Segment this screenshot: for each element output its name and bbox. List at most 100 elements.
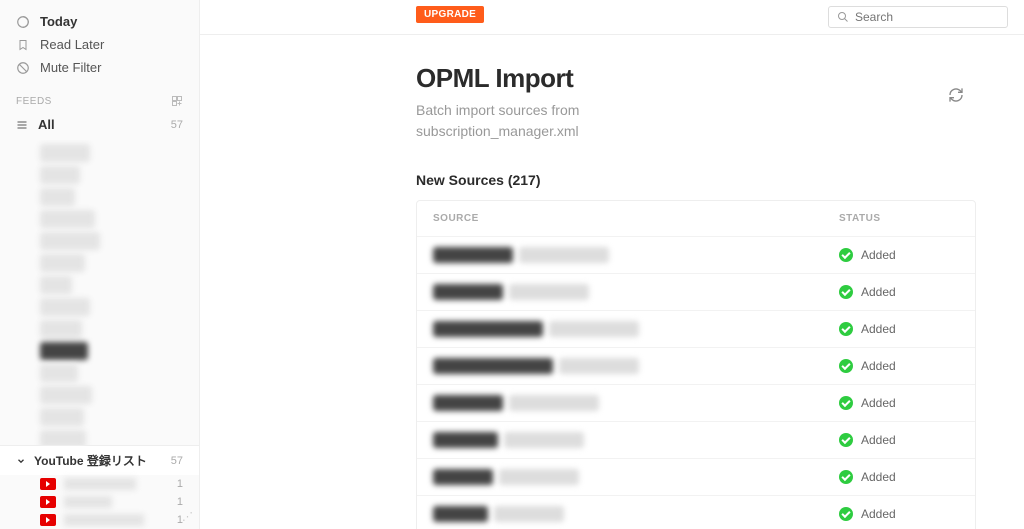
- source-cell: [433, 321, 839, 337]
- hamburger-icon: [16, 119, 28, 131]
- source-name: [433, 247, 513, 263]
- feed-item[interactable]: [40, 254, 85, 272]
- resize-handle-icon[interactable]: ⋰: [182, 510, 193, 523]
- page-title: OPML Import: [416, 63, 976, 94]
- source-cell: [433, 506, 839, 522]
- col-status-header: STATUS: [839, 213, 959, 224]
- unread-count: 1: [177, 478, 183, 490]
- source-cell: [433, 247, 839, 263]
- youtube-icon: [40, 514, 56, 526]
- feed-item[interactable]: [40, 298, 90, 316]
- check-icon: [839, 285, 853, 299]
- sidebar-item-label: Read Later: [40, 37, 104, 52]
- feed-item[interactable]: [40, 386, 92, 404]
- add-feed-icon[interactable]: [171, 95, 183, 107]
- status-cell: Added: [839, 507, 959, 521]
- feeds-label: FEEDS: [16, 96, 52, 107]
- feed-item[interactable]: [40, 166, 80, 184]
- table-row: Added: [417, 236, 975, 273]
- mute-icon: [16, 61, 30, 75]
- table-row: Added: [417, 273, 975, 310]
- feed-name: [64, 514, 144, 526]
- source-name: [433, 395, 503, 411]
- source-name: [433, 432, 498, 448]
- sidebar-item-label: Mute Filter: [40, 60, 101, 75]
- chevron-down-icon: [16, 456, 26, 466]
- source-cell: [433, 469, 839, 485]
- status-text: Added: [861, 470, 896, 484]
- feed-item[interactable]: [40, 364, 78, 382]
- unread-count: 1: [177, 496, 183, 508]
- bookmark-icon: [16, 38, 30, 52]
- check-icon: [839, 396, 853, 410]
- sidebar-item-mute-filter[interactable]: Mute Filter: [0, 56, 199, 79]
- youtube-icon: [40, 478, 56, 490]
- youtube-icon: [40, 496, 56, 508]
- check-icon: [839, 507, 853, 521]
- list-item[interactable]: 1: [40, 475, 199, 493]
- list-item[interactable]: 1: [40, 511, 199, 529]
- sidebar-item-read-later[interactable]: Read Later: [0, 33, 199, 56]
- source-meta: [509, 284, 589, 300]
- status-cell: Added: [839, 285, 959, 299]
- source-meta: [519, 247, 609, 263]
- table-row: Added: [417, 421, 975, 458]
- refresh-button[interactable]: [948, 87, 964, 103]
- feed-item[interactable]: [40, 320, 82, 338]
- source-name: [433, 469, 493, 485]
- topbar: UPGRADE: [200, 0, 1024, 35]
- status-cell: Added: [839, 396, 959, 410]
- table-row: Added: [417, 458, 975, 495]
- feed-item[interactable]: [40, 210, 95, 228]
- source-meta: [504, 432, 584, 448]
- sidebar-item-label: Today: [40, 14, 77, 29]
- feed-name: [64, 478, 136, 490]
- all-count: 57: [171, 119, 183, 131]
- source-name: [433, 506, 488, 522]
- feed-list: [0, 140, 199, 445]
- folder-youtube[interactable]: YouTube 登録リスト 57: [0, 445, 199, 475]
- feed-item[interactable]: [40, 276, 72, 294]
- feed-item[interactable]: [40, 430, 86, 445]
- table-header: SOURCE STATUS: [417, 201, 975, 236]
- feed-item[interactable]: [40, 232, 100, 250]
- status-text: Added: [861, 248, 896, 262]
- sources-table: SOURCE STATUS Added Added Added Added Added A…: [416, 200, 976, 529]
- search-input-wrap[interactable]: [828, 6, 1008, 28]
- folder-label: YouTube 登録リスト: [34, 452, 147, 469]
- status-text: Added: [861, 433, 896, 447]
- table-row: Added: [417, 384, 975, 421]
- source-cell: [433, 284, 839, 300]
- status-text: Added: [861, 359, 896, 373]
- source-cell: [433, 432, 839, 448]
- table-row: Added: [417, 347, 975, 384]
- source-meta: [499, 469, 579, 485]
- feed-item[interactable]: [40, 408, 84, 426]
- today-icon: [16, 15, 30, 29]
- check-icon: [839, 248, 853, 262]
- source-name: [433, 284, 503, 300]
- sidebar-item-all[interactable]: All 57: [0, 113, 199, 136]
- status-text: Added: [861, 322, 896, 336]
- status-cell: Added: [839, 359, 959, 373]
- feed-name: [64, 496, 112, 508]
- source-cell: [433, 358, 839, 374]
- feed-item[interactable]: [40, 144, 90, 162]
- upgrade-button[interactable]: UPGRADE: [416, 6, 484, 23]
- table-row: Added: [417, 310, 975, 347]
- feed-item[interactable]: [40, 342, 88, 360]
- feed-item[interactable]: [40, 188, 75, 206]
- check-icon: [839, 359, 853, 373]
- list-item[interactable]: 1: [40, 493, 199, 511]
- sidebar: Today Read Later Mute Filter FEEDS All 57: [0, 0, 200, 529]
- sidebar-item-today[interactable]: Today: [0, 10, 199, 33]
- page-subtitle: Batch import sources from subscription_m…: [416, 100, 676, 142]
- status-text: Added: [861, 507, 896, 521]
- status-cell: Added: [839, 433, 959, 447]
- source-meta: [559, 358, 639, 374]
- search-input[interactable]: [855, 10, 999, 24]
- folder-count: 57: [171, 455, 183, 467]
- new-sources-heading: New Sources (217): [416, 172, 976, 188]
- feeds-section-header: FEEDS: [0, 83, 199, 113]
- status-text: Added: [861, 285, 896, 299]
